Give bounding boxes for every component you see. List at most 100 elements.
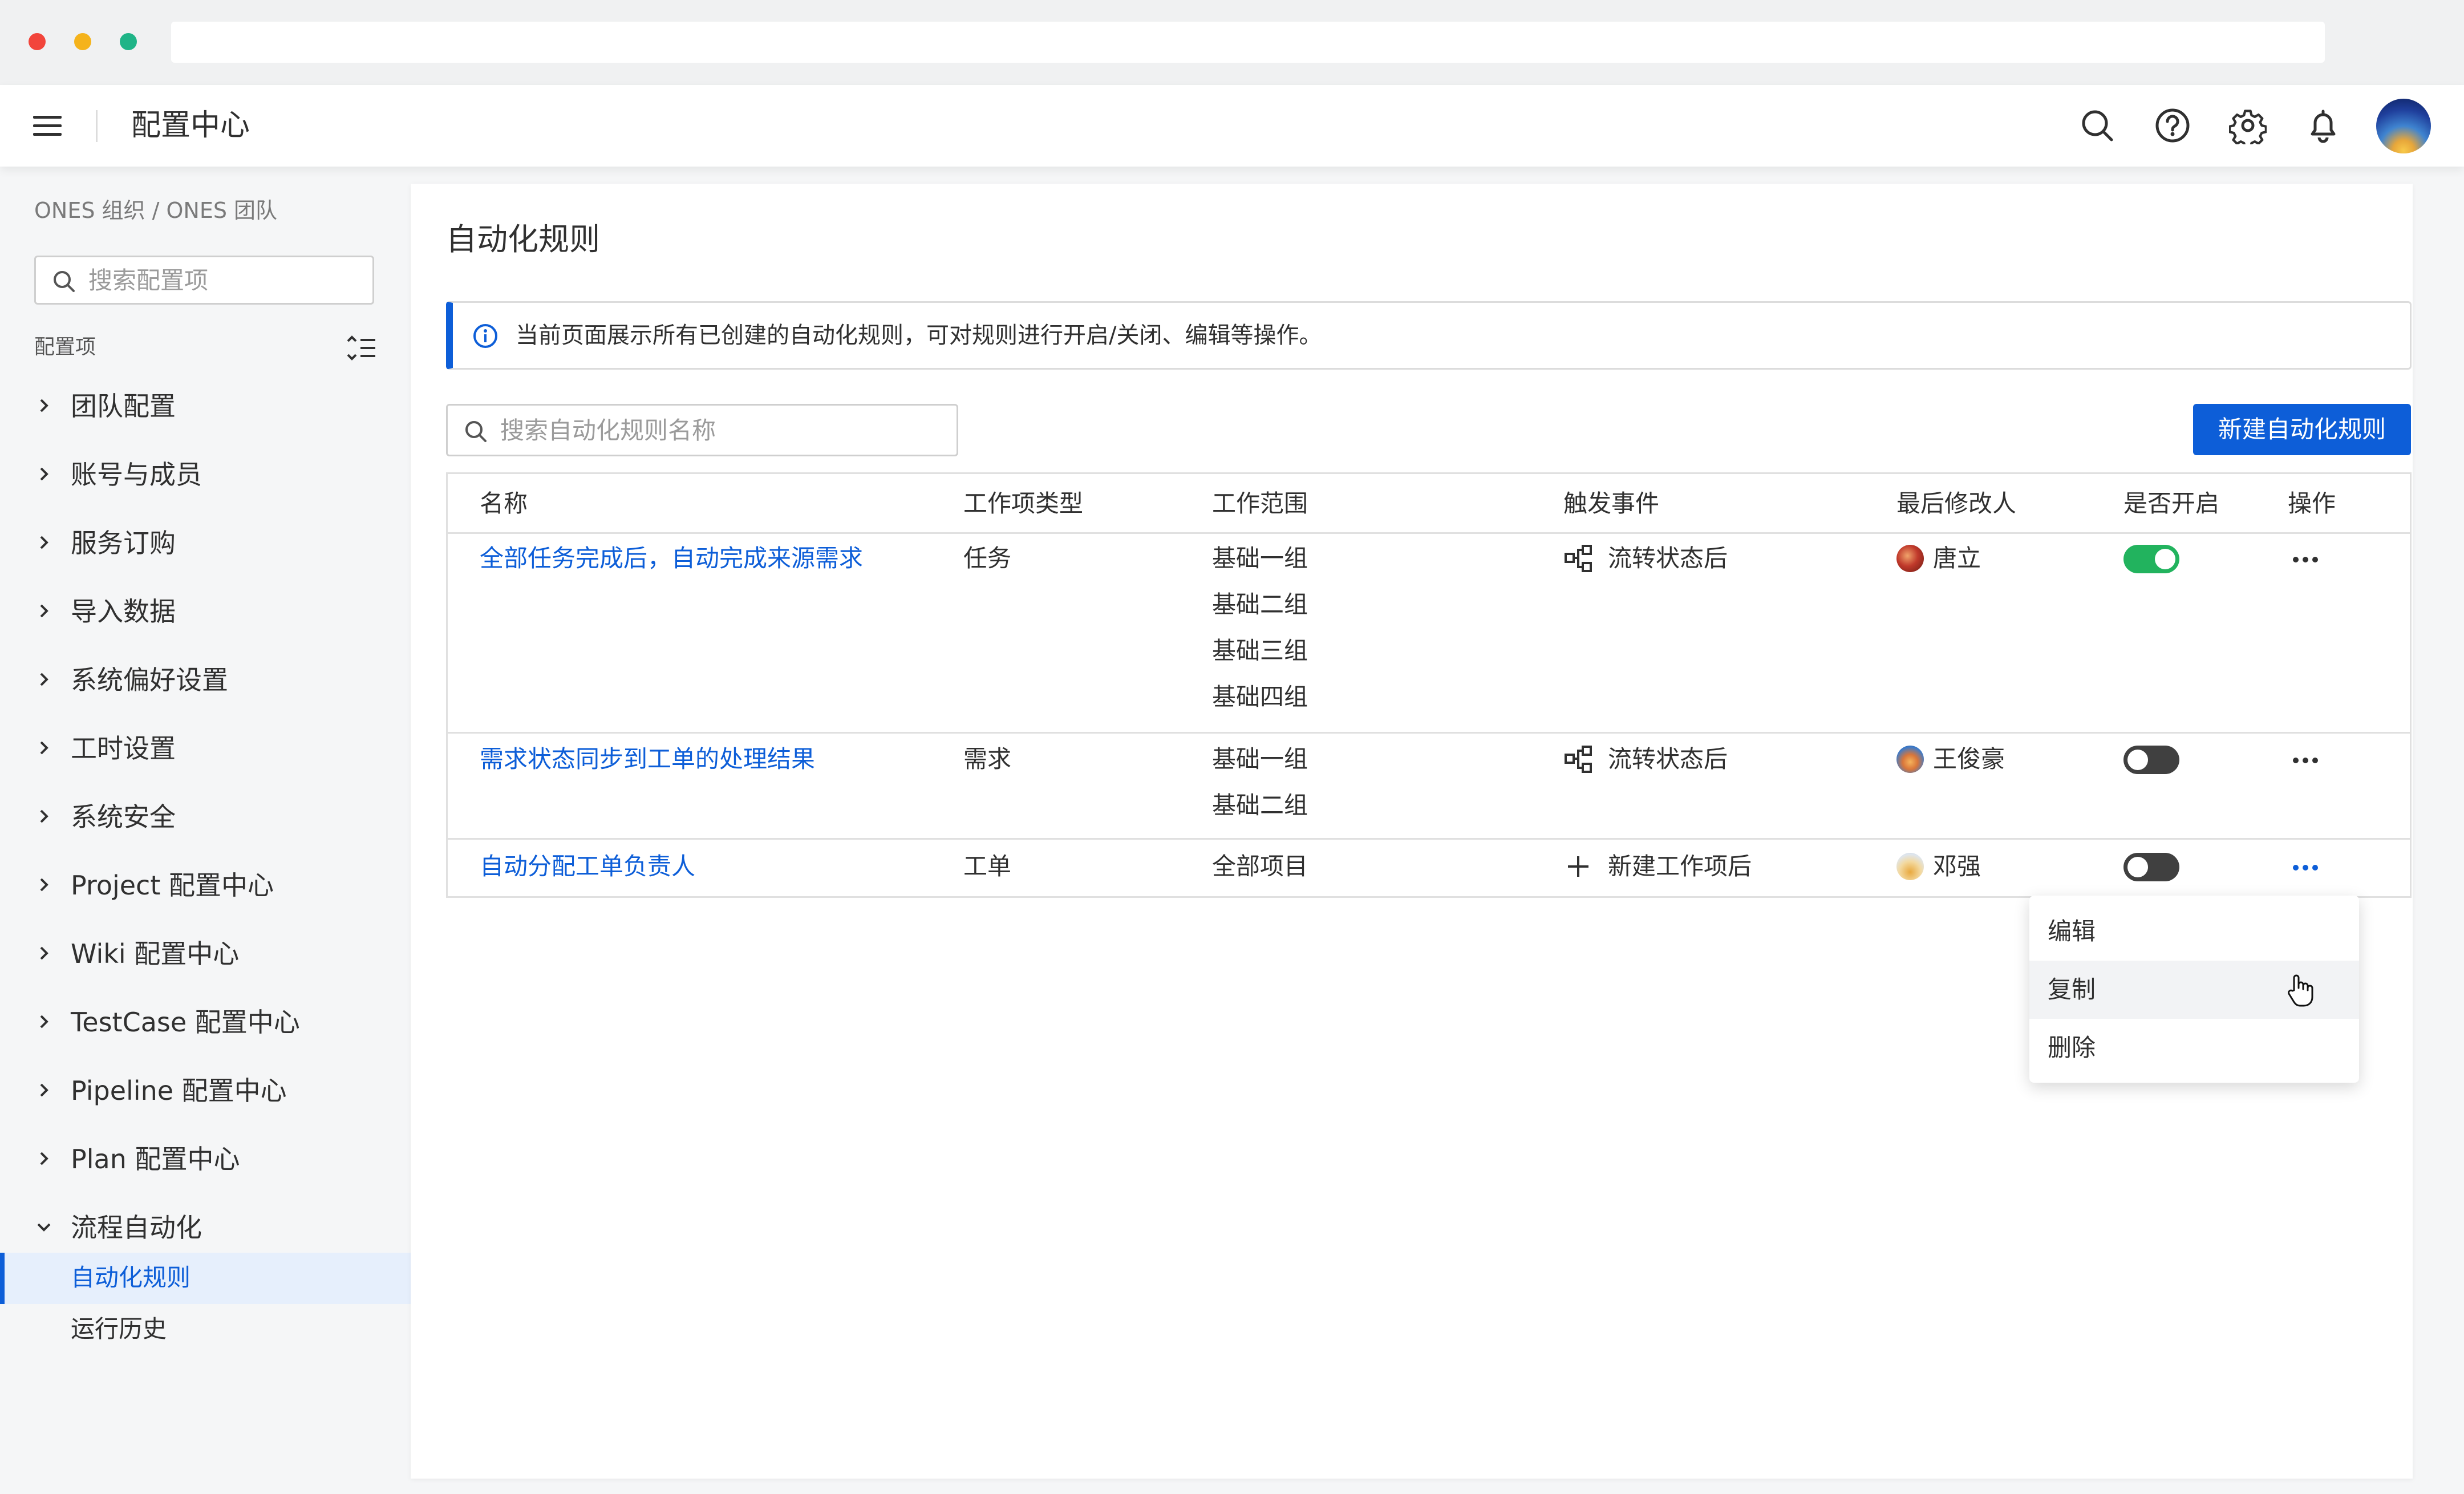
rule-type: 工单	[963, 852, 1012, 880]
page-title: 自动化规则	[446, 221, 600, 257]
sidebar-item-subscription[interactable]: 服务订购	[0, 515, 411, 572]
rule-name-link[interactable]: 全部任务完成后，自动完成来源需求	[480, 544, 863, 573]
sidebar-item-wiki-config[interactable]: Wiki 配置中心	[0, 925, 411, 982]
scope-item: 全部项目	[1212, 852, 1308, 880]
rule-scope: 全部项目	[1212, 852, 1308, 881]
scope-item: 基础三组	[1212, 637, 1308, 665]
sidebar-item-label: Project 配置中心	[71, 870, 274, 901]
config-section-label: 配置项	[34, 335, 96, 359]
plus-icon	[1563, 852, 1593, 881]
help-icon[interactable]	[2154, 107, 2191, 144]
minimize-window-button[interactable]	[74, 33, 91, 50]
chevron-right-icon	[37, 467, 51, 481]
sidebar-item-label: Pipeline 配置中心	[71, 1075, 287, 1106]
trigger-event: 流转状态后	[1608, 544, 1728, 572]
sidebar-item-label: TestCase 配置中心	[71, 1007, 300, 1038]
sidebar-item-system-security[interactable]: 系统安全	[0, 788, 411, 845]
sidebar-item-testcase-config[interactable]: TestCase 配置中心	[0, 994, 411, 1051]
table-row: 全部任务完成后，自动完成来源需求 任务 基础一组 基础二组 基础三组 基础四组 …	[448, 532, 2410, 734]
new-automation-rule-button[interactable]: 新建自动化规则	[2193, 404, 2411, 455]
hamburger-menu-icon[interactable]	[33, 115, 62, 137]
rule-type: 需求	[963, 745, 1012, 773]
menu-item-label: 删除	[2048, 1034, 2096, 1062]
modifier-name: 王俊豪	[1933, 745, 2005, 773]
trigger-event: 流转状态后	[1608, 745, 1728, 773]
sidebar-item-system-preferences[interactable]: 系统偏好设置	[0, 651, 411, 708]
enabled-toggle[interactable]	[2123, 853, 2179, 881]
sidebar-subitem-automation-rules[interactable]: 自动化规则	[0, 1253, 411, 1304]
modifier-avatar	[1896, 853, 1924, 880]
scope-item: 基础二组	[1212, 791, 1308, 819]
more-actions-icon[interactable]	[2291, 755, 2320, 766]
menu-item-label: 编辑	[2048, 917, 2096, 945]
config-search-placeholder: 搜索配置项	[88, 266, 209, 294]
chevron-right-icon	[37, 604, 51, 618]
column-header-modifier: 最后修改人	[1896, 489, 2017, 517]
modifier-avatar	[1896, 545, 1924, 572]
chevron-right-icon	[37, 398, 51, 413]
close-window-button[interactable]	[29, 33, 46, 50]
sidebar-item-timesheet-settings[interactable]: 工时设置	[0, 720, 411, 777]
address-bar[interactable]	[171, 22, 2325, 63]
info-banner: 当前页面展示所有已创建的自动化规则，可对规则进行开启/关闭、编辑等操作。	[446, 301, 2412, 370]
sidebar-item-label: 服务订购	[71, 528, 176, 558]
table-row: 自动分配工单负责人 工单 全部项目 新建工作项后 邓强	[448, 838, 2410, 896]
header-divider	[96, 110, 98, 142]
table-row: 需求状态同步到工单的处理结果 需求 基础一组 基础二组 流转状态后 王俊豪	[448, 732, 2410, 840]
sidebar-item-accounts-members[interactable]: 账号与成员	[0, 446, 411, 503]
workflow-icon	[1563, 544, 1593, 573]
notification-bell-icon[interactable]	[2304, 107, 2342, 144]
menu-item-label: 复制	[2048, 975, 2096, 1003]
sidebar-item-plan-config[interactable]: Plan 配置中心	[0, 1131, 411, 1188]
rule-scope: 基础一组 基础二组 基础三组 基础四组	[1212, 544, 1308, 728]
scope-item: 基础四组	[1212, 683, 1308, 711]
chevron-right-icon	[37, 740, 51, 755]
breadcrumb[interactable]: ONES 组织 / ONES 团队	[34, 196, 277, 225]
settings-gear-icon[interactable]	[2229, 107, 2267, 144]
chevron-right-icon	[37, 1083, 51, 1098]
rule-type: 任务	[963, 544, 1012, 572]
scope-item: 基础二组	[1212, 590, 1308, 618]
chevron-right-icon	[37, 809, 51, 824]
menu-item-delete[interactable]: 删除	[2029, 1019, 2359, 1077]
rule-scope: 基础一组 基础二组	[1212, 744, 1308, 837]
enabled-toggle[interactable]	[2123, 545, 2179, 573]
rule-name-link[interactable]: 自动分配工单负责人	[480, 852, 695, 881]
sidebar-item-import-data[interactable]: 导入数据	[0, 583, 411, 640]
maximize-window-button[interactable]	[120, 33, 137, 50]
sidebar-item-label: 工时设置	[71, 733, 176, 764]
search-icon[interactable]	[2078, 107, 2116, 144]
chevron-down-icon	[37, 1220, 51, 1234]
sidebar-item-workflow-automation[interactable]: 流程自动化	[0, 1199, 411, 1256]
more-actions-icon[interactable]	[2291, 554, 2320, 565]
sidebar-item-label: 流程自动化	[71, 1212, 202, 1243]
enabled-toggle[interactable]	[2123, 746, 2179, 774]
sidebar-subitem-label: 自动化规则	[71, 1264, 191, 1291]
column-header-name: 名称	[480, 489, 528, 517]
sidebar-item-project-config[interactable]: Project 配置中心	[0, 857, 411, 914]
chevron-right-icon	[37, 1151, 51, 1166]
rule-search-input[interactable]: 搜索自动化规则名称	[446, 404, 958, 456]
rule-search-placeholder: 搜索自动化规则名称	[500, 416, 716, 444]
sidebar-subitem-label: 运行历史	[71, 1315, 167, 1343]
sidebar: ONES 组织 / ONES 团队 搜索配置项 配置项 团队配置 账号与成员 服…	[0, 167, 411, 1494]
sidebar-item-team-config[interactable]: 团队配置	[0, 378, 411, 435]
scope-item: 基础一组	[1212, 544, 1308, 572]
page-header-title: 配置中心	[131, 108, 250, 143]
sidebar-item-pipeline-config[interactable]: Pipeline 配置中心	[0, 1062, 411, 1119]
sidebar-subitem-run-history[interactable]: 运行历史	[0, 1304, 411, 1355]
sidebar-item-label: 系统安全	[71, 801, 176, 832]
sort-list-icon[interactable]	[346, 335, 376, 361]
sidebar-item-label: 团队配置	[71, 391, 176, 422]
chevron-right-icon	[37, 672, 51, 687]
info-icon	[472, 323, 499, 349]
rule-name-link[interactable]: 需求状态同步到工单的处理结果	[480, 744, 815, 774]
chevron-right-icon	[37, 877, 51, 892]
menu-item-edit[interactable]: 编辑	[2029, 902, 2359, 961]
sidebar-item-label: 导入数据	[71, 596, 176, 627]
more-actions-icon[interactable]	[2291, 862, 2320, 873]
user-avatar[interactable]	[2376, 99, 2431, 153]
column-header-scope: 工作范围	[1212, 489, 1308, 517]
scope-item: 基础一组	[1212, 745, 1308, 773]
config-search-input[interactable]: 搜索配置项	[34, 256, 374, 305]
